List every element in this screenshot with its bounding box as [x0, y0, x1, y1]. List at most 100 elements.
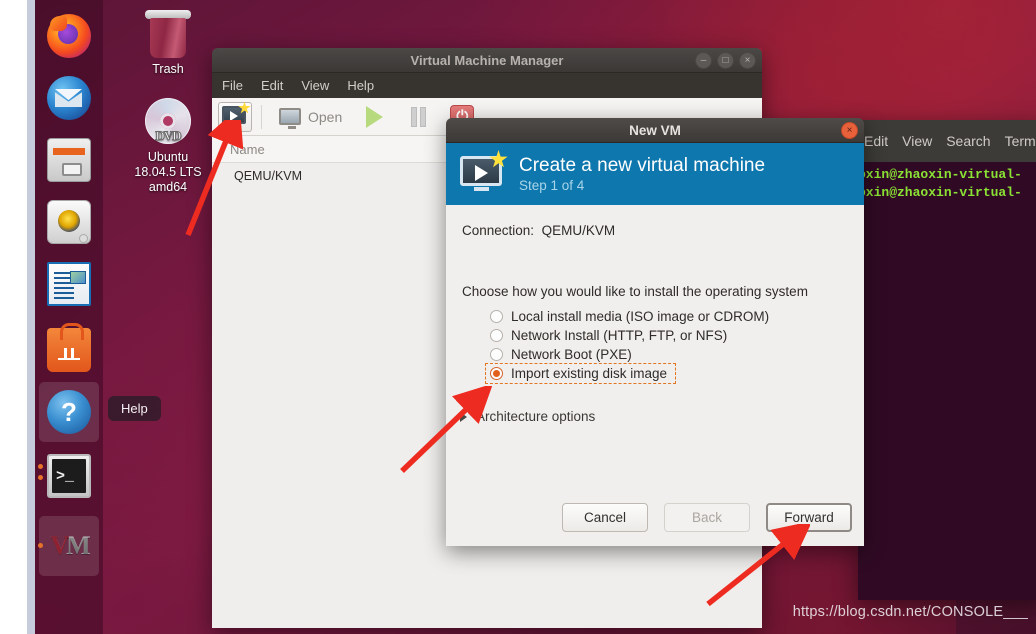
run-vm-button[interactable]	[354, 102, 394, 132]
terminal-window[interactable]: Edit View Search Term oxin@zhaoxin-virtu…	[858, 120, 1036, 600]
radio-button[interactable]	[490, 310, 503, 323]
menu-help[interactable]: Help	[347, 78, 374, 93]
architecture-options-label: Architecture options	[476, 409, 596, 424]
banner-subheading: Step 1 of 4	[519, 177, 585, 193]
radio-option-network-boot-pxe[interactable]: Network Boot (PXE)	[486, 345, 844, 364]
launcher-item-libreoffice-writer[interactable]	[39, 254, 99, 314]
firefox-icon	[47, 14, 91, 58]
thunderbird-icon	[47, 76, 91, 120]
dialog-close-button[interactable]: ×	[841, 122, 858, 139]
tooltip-label: Help	[121, 401, 148, 416]
connection-label: Connection:	[462, 223, 535, 238]
banner-heading: Create a new virtual machine	[519, 154, 766, 176]
connection-value: QEMU/KVM	[541, 223, 616, 238]
dvd-disc-icon: DVD	[142, 98, 194, 146]
close-button[interactable]: ×	[739, 52, 756, 69]
desktop-icon-ubuntu-iso[interactable]: DVD Ubuntu 18.04.5 LTS amd64	[120, 98, 216, 195]
watermark: https://blog.csdn.net/CONSOLE___	[792, 604, 1028, 620]
architecture-options-expander[interactable]: Architecture options	[460, 409, 844, 424]
new-virtual-machine-button[interactable]	[218, 101, 252, 132]
new-vm-monitor-star-icon	[460, 150, 508, 194]
radio-option-local-install-media[interactable]: Local install media (ISO image or CDROM)	[486, 307, 844, 326]
forward-button[interactable]: Forward	[766, 503, 852, 532]
open-button-label: Open	[308, 108, 343, 125]
radio-button[interactable]	[490, 367, 503, 380]
pause-icon	[410, 106, 426, 127]
launcher-item-files[interactable]	[39, 130, 99, 190]
dialog-banner: Create a new virtual machine Step 1 of 4	[446, 143, 864, 205]
radio-option-import-existing-disk-image[interactable]: Import existing disk image	[484, 363, 677, 384]
menu-view[interactable]: View	[301, 78, 329, 93]
ubuntu-software-icon	[47, 323, 91, 372]
terminal-menu-terminal[interactable]: Term	[1005, 133, 1036, 149]
help-icon: ?	[47, 390, 91, 434]
vmm-window-controls: – □ ×	[695, 52, 756, 69]
launcher-item-virtual-machine-manager[interactable]: VM	[38, 516, 99, 576]
terminal-menu-view[interactable]: View	[902, 133, 932, 149]
vmm-icon: VM	[47, 524, 91, 568]
launcher-item-firefox[interactable]	[39, 6, 99, 66]
desktop-icon-label-line2: 18.04.5 LTS	[134, 165, 202, 179]
terminal-output-area[interactable]: oxin@zhaoxin-virtual- oxin@zhaoxin-virtu…	[858, 162, 1036, 600]
radio-button[interactable]	[490, 348, 503, 361]
new-vm-dialog[interactable]: New VM × Create a new virtual machine St…	[446, 118, 864, 546]
back-button: Back	[664, 503, 750, 532]
radio-label: Network Install (HTTP, FTP, or NFS)	[511, 328, 728, 343]
dialog-title: New VM	[629, 122, 681, 138]
menu-file[interactable]: File	[222, 78, 243, 93]
launcher-tooltip-help: Help	[108, 396, 161, 421]
pause-vm-button[interactable]	[398, 102, 438, 132]
desktop-icon-label: Trash	[152, 62, 184, 76]
launcher-item-thunderbird[interactable]	[39, 68, 99, 128]
libreoffice-writer-icon	[47, 262, 91, 306]
install-method-prompt: Choose how you would like to install the…	[462, 284, 808, 299]
monitor-icon	[279, 108, 301, 129]
terminal-icon: >_	[47, 454, 91, 498]
launcher-item-rhythmbox[interactable]	[39, 192, 99, 252]
launcher-item-ubuntu-software[interactable]	[39, 320, 99, 380]
column-header-name: Name	[230, 141, 265, 157]
menu-edit[interactable]: Edit	[261, 78, 283, 93]
rhythmbox-icon	[47, 200, 91, 244]
dialog-footer: Cancel Back Forward	[562, 503, 852, 532]
dialog-body: Connection: QEMU/KVM Choose how you woul…	[446, 205, 864, 546]
running-indicator-dot	[38, 475, 43, 480]
vmm-titlebar[interactable]: Virtual Machine Manager – □ ×	[212, 48, 762, 73]
running-indicator-dot	[38, 543, 43, 548]
files-cabinet-icon	[47, 138, 91, 182]
screen-root: Trash DVD Ubuntu 18.04.5 LTS amd64 ? >_ …	[0, 0, 1036, 634]
connection-row: Connection: QEMU/KVM	[462, 223, 844, 238]
trash-icon	[145, 10, 191, 58]
radio-label: Network Boot (PXE)	[511, 347, 632, 362]
terminal-menu-edit[interactable]: Edit	[864, 133, 888, 149]
radio-label: Import existing disk image	[511, 366, 668, 381]
desktop-icon-label-line3: amd64	[148, 180, 188, 194]
launcher-item-terminal[interactable]: >_	[38, 446, 99, 506]
ubuntu-launcher: ? >_ VM	[35, 0, 103, 634]
chevron-right-icon	[460, 411, 467, 422]
left-white-margin	[0, 0, 27, 634]
launcher-item-help[interactable]: ?	[39, 382, 99, 442]
desktop-icon-trash[interactable]: Trash	[120, 10, 216, 77]
play-icon	[365, 105, 383, 128]
terminal-menu-search[interactable]: Search	[946, 133, 990, 149]
maximize-button[interactable]: □	[717, 52, 734, 69]
radio-label: Local install media (ISO image or CDROM)	[511, 309, 770, 324]
cancel-button[interactable]: Cancel	[562, 503, 648, 532]
radio-button[interactable]	[490, 329, 503, 342]
toolbar-separator	[261, 104, 262, 129]
desktop-icon-label-line1: Ubuntu	[147, 150, 189, 164]
terminal-line: oxin@zhaoxin-virtual-	[858, 167, 1022, 182]
open-button[interactable]: Open	[271, 102, 350, 132]
new-vm-icon	[222, 101, 251, 128]
left-edge-strip	[27, 0, 35, 634]
running-indicator-dot	[38, 464, 43, 469]
radio-option-network-install[interactable]: Network Install (HTTP, FTP, or NFS)	[486, 326, 844, 345]
terminal-menubar[interactable]: Edit View Search Term	[858, 120, 1036, 162]
vmm-menubar[interactable]: File Edit View Help	[212, 73, 762, 98]
dialog-window-controls: ×	[841, 122, 858, 139]
terminal-line: oxin@zhaoxin-virtual-	[858, 185, 1022, 200]
vmm-window-title: Virtual Machine Manager	[410, 52, 564, 68]
minimize-button[interactable]: –	[695, 52, 712, 69]
dialog-titlebar[interactable]: New VM ×	[446, 118, 864, 143]
